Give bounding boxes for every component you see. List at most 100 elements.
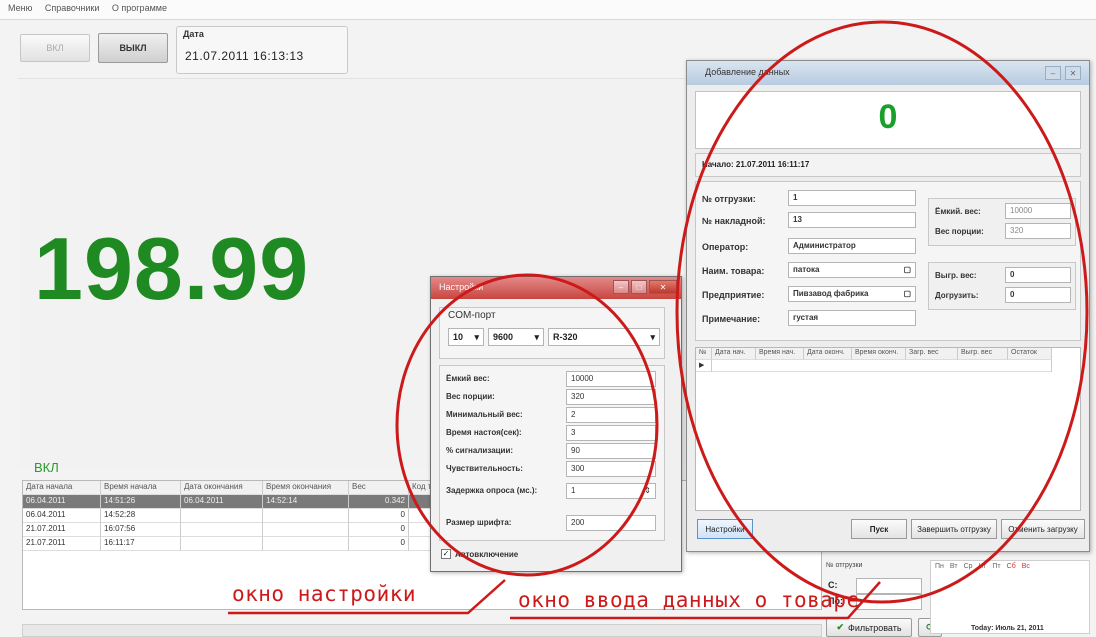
param-label: Минимальный вес:	[446, 410, 523, 419]
column-header[interactable]: Время нач.	[756, 348, 804, 360]
spin-arrows-icon[interactable]: ⇕	[644, 486, 651, 496]
menu-item-about[interactable]: О программе	[112, 3, 167, 13]
calendar-weekdays: Пн Вт Ср Чт Пт Сб Вс	[935, 563, 1030, 570]
autostart-label: Автовключение	[455, 549, 519, 559]
checkmark-icon: ✔	[836, 622, 844, 632]
capacity-readonly: 10000	[1005, 203, 1071, 219]
column-header[interactable]: Вес	[349, 481, 409, 495]
param-label: Время настоя(сек):	[446, 428, 522, 437]
chevron-down-icon: ▾	[650, 332, 655, 342]
sensitivity-field[interactable]: 300	[566, 461, 656, 477]
horizontal-scrollbar[interactable]	[22, 624, 822, 637]
checkbox-icon: ✓	[441, 549, 451, 559]
on-button[interactable]: ВКЛ	[20, 34, 90, 62]
date-group: Дата 21.07.2011 16:13:13	[176, 26, 348, 74]
poll-delay-stepper[interactable]: 1 ⇕	[566, 483, 656, 499]
column-header[interactable]: Остаток	[1008, 348, 1052, 360]
column-header[interactable]: №	[696, 348, 712, 360]
min-weight-field[interactable]: 2	[566, 407, 656, 423]
entry-title-bar[interactable]: Добавление данных	[687, 61, 1089, 85]
portion-weight-field[interactable]: 320	[566, 389, 656, 405]
finish-shipment-button[interactable]: Завершить отгрузку	[911, 519, 997, 539]
shipment-number-field[interactable]: 1	[788, 190, 916, 206]
data-entry-dialog: Добавление данных – ✕ 0 Начало: 21.07.20…	[686, 60, 1090, 552]
column-header[interactable]: Время оконч.	[852, 348, 906, 360]
menu-bar: Меню Справочники О программе	[0, 0, 1096, 20]
settings-button[interactable]: Настройки	[697, 519, 753, 539]
field-label: Догрузить:	[935, 291, 979, 300]
menu-item-main[interactable]: Меню	[8, 3, 32, 13]
shipment-form: № отгрузки: 1 № накладной: 13 Оператор: …	[695, 181, 1081, 341]
invoice-number-field[interactable]: 13	[788, 212, 916, 228]
param-label: Размер шрифта:	[446, 518, 512, 527]
close-icon[interactable]: ✕	[1065, 66, 1081, 80]
product-name-field[interactable]: патока ▢	[788, 262, 916, 278]
cancel-loading-button[interactable]: Отменить загрузку	[1001, 519, 1085, 539]
column-header[interactable]: Выгр. вес	[958, 348, 1008, 360]
settings-dialog: Настройки – □ ✕ COM-порт 10 ▾ 9600 ▾ R-320…	[430, 276, 682, 572]
field-label: Оператор:	[702, 242, 749, 252]
minimize-icon[interactable]: –	[1045, 66, 1061, 80]
field-label: Предприятие:	[702, 290, 765, 300]
settings-window-controls: – □ ✕	[613, 280, 677, 294]
calendar-today[interactable]: Today: Июль 21, 2011	[971, 625, 1044, 632]
column-header[interactable]: Дата оконч.	[804, 348, 852, 360]
capacity-field[interactable]: 10000	[566, 371, 656, 387]
grid-new-row[interactable]: ▶	[696, 360, 1080, 372]
param-label: Чувствительность:	[446, 464, 523, 473]
start-time: Начало: 21.07.2011 16:11:17	[695, 153, 1081, 177]
param-label: Вес порции:	[446, 392, 495, 401]
to-date-field[interactable]	[856, 594, 922, 610]
minimize-icon[interactable]: –	[613, 280, 629, 294]
settings-window-caption: окно настройки	[232, 582, 417, 606]
field-label: Наим. товара:	[702, 266, 765, 276]
column-header[interactable]: Дата нач.	[712, 348, 756, 360]
model-select[interactable]: R-320 ▾	[548, 328, 660, 346]
field-label: Вес порции:	[935, 227, 984, 236]
grid-header-row: № Дата нач. Время нач. Дата оконч. Время…	[696, 348, 1080, 360]
filter-button[interactable]: ✔ Фильтровать	[826, 618, 912, 637]
entry-grid: № Дата нач. Время нач. Дата оконч. Время…	[695, 347, 1081, 511]
column-header[interactable]: Время окончания	[263, 481, 349, 495]
date-label: Дата	[183, 29, 204, 39]
from-date-field[interactable]	[856, 578, 922, 594]
column-header[interactable]: Время начала	[101, 481, 181, 495]
column-header[interactable]: Дата окончания	[181, 481, 263, 495]
row-pointer-icon: ▶	[696, 360, 712, 372]
status-label: ВКЛ	[34, 460, 59, 475]
operator-field[interactable]: Администратор	[788, 238, 916, 254]
maximize-icon[interactable]: □	[631, 280, 647, 294]
settle-time-field[interactable]: 3	[566, 425, 656, 441]
off-button[interactable]: ВЫКЛ	[98, 33, 168, 63]
start-button[interactable]: Пуск	[851, 519, 907, 539]
lookup-icon[interactable]: ▢	[903, 289, 911, 299]
note-field[interactable]: густая	[788, 310, 916, 326]
field-label: № отгрузки:	[702, 194, 756, 204]
close-icon[interactable]: ✕	[649, 280, 677, 294]
lookup-icon[interactable]: ▢	[903, 265, 911, 275]
column-header[interactable]: Загр. вес	[906, 348, 958, 360]
alarm-percent-field[interactable]: 90	[566, 443, 656, 459]
field-label: № накладной:	[702, 216, 766, 226]
shipment-number-label: № отгрузки	[826, 562, 863, 569]
chevron-down-icon: ▾	[534, 332, 539, 342]
param-label: Ёмкий вес:	[446, 374, 490, 383]
reload-field[interactable]: 0	[1005, 287, 1071, 303]
param-label: % сигнализации:	[446, 446, 514, 455]
filter-button-label: Фильтровать	[848, 622, 902, 633]
calendar[interactable]: Пн Вт Ср Чт Пт Сб Вс Today: Июль 21, 201…	[930, 560, 1090, 634]
menu-item-directories[interactable]: Справочники	[45, 3, 100, 13]
chevron-down-icon: ▾	[474, 332, 479, 342]
autostart-checkbox[interactable]: ✓ Автовключение	[441, 549, 518, 559]
baud-select[interactable]: 9600 ▾	[488, 328, 544, 346]
counter-value: 0	[878, 98, 898, 136]
font-size-field[interactable]: 200	[566, 515, 656, 531]
com-port-group: COM-порт 10 ▾ 9600 ▾ R-320 ▾	[439, 307, 665, 359]
port-select[interactable]: 10 ▾	[448, 328, 484, 346]
date-value: 21.07.2011 16:13:13	[185, 49, 304, 63]
company-field[interactable]: Пивзавод фабрика ▢	[788, 286, 916, 302]
entry-window-caption: окно ввода данных о товаре	[518, 588, 860, 612]
unloaded-weight-field[interactable]: 0	[1005, 267, 1071, 283]
weight-readout: 198.99	[34, 219, 310, 318]
column-header[interactable]: Дата начала	[23, 481, 101, 495]
